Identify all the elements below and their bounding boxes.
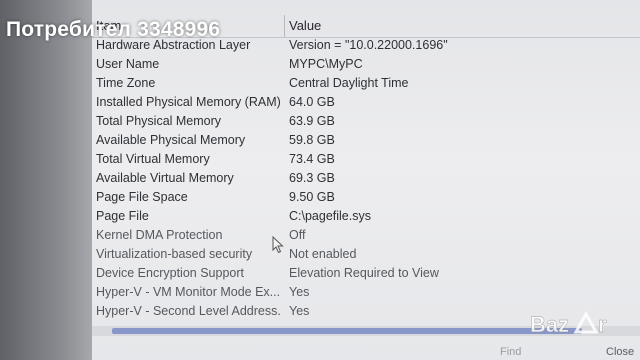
row-value: Version = "10.0.22000.1696" [289, 38, 448, 52]
table-row[interactable]: Hyper-V - VM Monitor Mode Ex... Yes [92, 284, 640, 303]
table-row[interactable]: Kernel DMA Protection Off [92, 227, 640, 246]
row-item: Available Virtual Memory [96, 171, 234, 185]
table-row[interactable]: Device Encryption Support Elevation Requi… [92, 265, 640, 284]
row-value: Elevation Required to View [289, 266, 439, 280]
row-item: Available Physical Memory [96, 133, 246, 147]
row-item: Page File [96, 209, 149, 223]
svg-text:Baz: Baz [530, 312, 569, 337]
mouse-pointer-icon [272, 236, 284, 254]
row-item: Installed Physical Memory (RAM) [96, 95, 281, 109]
scrollbar-thumb[interactable] [112, 328, 582, 334]
row-item: Hyper-V - Second Level Address... [96, 304, 282, 318]
row-value: MYPC\MyPC [289, 57, 363, 71]
table-row[interactable]: User Name MYPC\MyPC [92, 56, 640, 75]
table-row[interactable]: Time Zone Central Daylight Time [92, 75, 640, 94]
row-item: Total Virtual Memory [96, 152, 210, 166]
row-value: Yes [289, 304, 310, 318]
column-divider[interactable] [284, 15, 285, 37]
row-value: 9.50 GB [289, 190, 335, 204]
bazar-logo: Baz r [530, 310, 607, 337]
row-value: 64.0 GB [289, 95, 335, 109]
find-button[interactable]: Find [500, 346, 521, 358]
row-value: 69.3 GB [289, 171, 335, 185]
row-item: Device Encryption Support [96, 266, 244, 280]
table-row[interactable]: Installed Physical Memory (RAM) 64.0 GB [92, 94, 640, 113]
close-button[interactable]: Close [606, 346, 634, 358]
row-item: Page File Space [96, 190, 188, 204]
system-summary-list: Hardware Abstraction Layer Version = "10.… [92, 37, 640, 322]
table-row[interactable]: Available Virtual Memory 69.3 GB [92, 170, 640, 189]
user-watermark: Потребител 3348996 [6, 18, 221, 41]
table-row[interactable]: Total Virtual Memory 73.4 GB [92, 151, 640, 170]
screen-bezel [0, 0, 92, 360]
row-value: C:\pagefile.sys [289, 209, 371, 223]
row-value: Central Daylight Time [289, 76, 409, 90]
row-value: 59.8 GB [289, 133, 335, 147]
row-value: Off [289, 228, 306, 242]
row-item: User Name [96, 57, 160, 71]
row-item: Time Zone [96, 76, 156, 90]
table-row[interactable]: Page File Space 9.50 GB [92, 189, 640, 208]
table-row[interactable]: Available Physical Memory 59.8 GB [92, 132, 640, 151]
row-item: Kernel DMA Protection [96, 228, 223, 242]
row-value: Yes [289, 285, 310, 299]
row-item: Virtualization-based security [96, 247, 253, 261]
row-value: 73.4 GB [289, 152, 335, 166]
table-row[interactable]: Virtualization-based security Not enabled [92, 246, 640, 265]
row-value: Not enabled [289, 247, 357, 261]
row-item: Total Physical Memory [96, 114, 222, 128]
table-row[interactable]: Total Physical Memory 63.9 GB [92, 113, 640, 132]
row-value: 63.9 GB [289, 114, 335, 128]
row-item: Hyper-V - VM Monitor Mode Ex... [96, 285, 281, 299]
column-header-value[interactable]: Value [289, 18, 321, 33]
table-row[interactable]: Page File C:\pagefile.sys [92, 208, 640, 227]
svg-text:r: r [598, 312, 607, 337]
